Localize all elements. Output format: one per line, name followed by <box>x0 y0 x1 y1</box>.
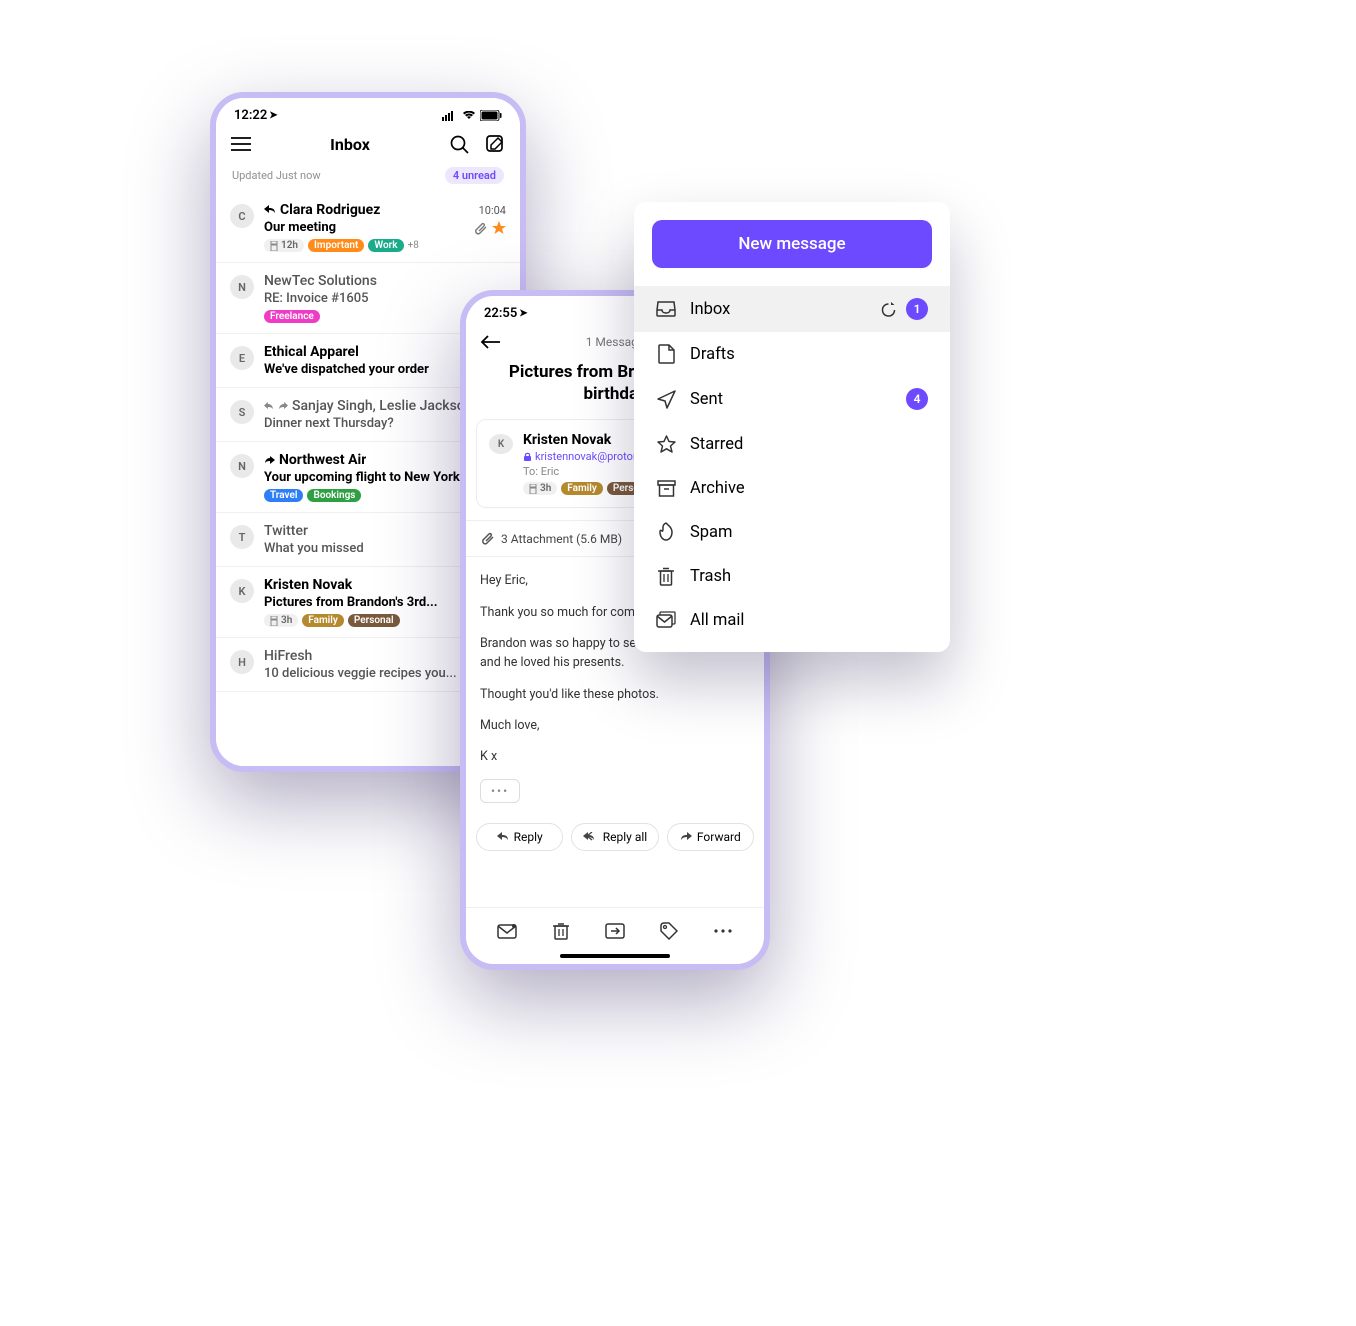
badge: 4 <box>906 388 928 410</box>
move-icon[interactable] <box>604 920 626 942</box>
avatar: E <box>230 346 254 370</box>
sidebar-item-label: Drafts <box>690 345 735 364</box>
sender-name: NewTec Solutions <box>264 273 377 289</box>
sender-name: Northwest Air <box>264 452 366 468</box>
location-icon: ➤ <box>519 308 527 319</box>
tag-travel: Travel <box>264 489 303 502</box>
avatar: S <box>230 400 254 424</box>
status-bar: 12:22 ➤ <box>216 98 520 127</box>
snooze-tag: 3h <box>264 614 298 627</box>
sidebar-item-label: Archive <box>690 479 745 498</box>
inbox-header: Inbox <box>216 127 520 167</box>
sidebar-item-label: Inbox <box>690 300 730 319</box>
home-indicator[interactable] <box>560 954 670 958</box>
bottom-toolbar <box>466 907 764 954</box>
new-message-button[interactable]: New message <box>652 220 932 268</box>
sidebar-item-starred[interactable]: Starred <box>634 422 950 466</box>
avatar: T <box>230 525 254 549</box>
sidebar-item-label: Starred <box>690 435 743 454</box>
tag-family: Family <box>561 482 603 495</box>
reply-icon <box>264 402 274 411</box>
tag-work: Work <box>368 239 403 252</box>
forward-button[interactable]: Forward <box>667 823 754 851</box>
show-more-icon[interactable]: ••• <box>480 779 520 804</box>
subject: Our meeting <box>264 220 336 235</box>
search-icon[interactable] <box>448 133 470 155</box>
tag-personal: Personal <box>348 614 400 627</box>
tag-important: Important <box>308 239 364 252</box>
sender-name: Sanjay Singh, Leslie Jackson <box>264 398 473 414</box>
sender-name: Twitter <box>264 523 308 539</box>
sidebar-item-label: Sent <box>690 390 723 409</box>
avatar: N <box>230 454 254 478</box>
sidebar-item-archive[interactable]: Archive <box>634 466 950 510</box>
status-time: 12:22 <box>234 108 267 123</box>
sidebar-item-sent[interactable]: Sent 4 <box>634 376 950 422</box>
sender-name: Kristen Novak <box>264 577 352 593</box>
back-icon[interactable] <box>480 331 502 353</box>
trash-icon <box>656 566 676 586</box>
star-icon <box>656 434 676 454</box>
sidebar-item-drafts[interactable]: Drafts <box>634 332 950 376</box>
avatar: C <box>230 204 254 228</box>
sidebar-item-label: Trash <box>690 567 731 586</box>
avatar: K <box>489 434 513 454</box>
sidebar-item-spam[interactable]: Spam <box>634 510 950 554</box>
reply-icon <box>264 205 276 215</box>
sent-icon <box>656 389 676 409</box>
reply-row: Reply Reply all Forward <box>466 817 764 861</box>
avatar: H <box>230 650 254 674</box>
badge: 1 <box>906 298 928 320</box>
sender-name: HiFresh <box>264 648 312 664</box>
unread-icon[interactable] <box>496 920 518 942</box>
status-icons <box>442 110 502 121</box>
avatar: N <box>230 275 254 299</box>
inbox-subheader: Updated Just now 4 unread <box>216 167 520 192</box>
forward-icon <box>278 402 288 411</box>
snooze-tag: 3h <box>523 482 557 495</box>
sidebar-item-allmail[interactable]: All mail <box>634 598 950 642</box>
archive-icon <box>656 478 676 498</box>
sidebar-panel: New message Inbox 1 Drafts Sent <box>634 202 950 652</box>
sidebar-item-label: Spam <box>690 523 733 542</box>
star-icon[interactable] <box>492 221 506 235</box>
sender-name: Ethical Apparel <box>264 344 359 360</box>
trash-icon[interactable] <box>550 920 572 942</box>
sidebar-item-label: All mail <box>690 611 744 630</box>
tag-bookings: Bookings <box>307 489 361 502</box>
attachment-icon <box>480 531 495 546</box>
drafts-icon <box>656 344 676 364</box>
inbox-icon <box>656 299 676 319</box>
spam-icon <box>656 522 676 542</box>
sidebar-item-trash[interactable]: Trash <box>634 554 950 598</box>
status-time: 22:55 <box>484 306 517 321</box>
snooze-tag: 12h <box>264 239 304 252</box>
more-icon[interactable] <box>712 920 734 942</box>
reply-all-button[interactable]: Reply all <box>571 823 658 851</box>
menu-icon[interactable] <box>230 133 252 155</box>
attachment-icon <box>474 221 488 235</box>
avatar: K <box>230 579 254 603</box>
unread-count[interactable]: 4 unread <box>445 167 504 184</box>
sidebar-item-inbox[interactable]: Inbox 1 <box>634 286 950 332</box>
lock-icon <box>523 452 532 462</box>
header-title: Inbox <box>252 135 448 154</box>
time: 10:04 <box>479 204 506 217</box>
tag-freelance: Freelance <box>264 310 320 323</box>
compose-icon[interactable] <box>484 133 506 155</box>
sender-name: Clara Rodriguez <box>264 202 380 218</box>
list-item[interactable]: C Clara Rodriguez 10:04 Our meeting <box>216 192 520 263</box>
label-icon[interactable] <box>658 920 680 942</box>
forward-icon <box>264 456 275 465</box>
location-icon: ➤ <box>269 110 277 121</box>
reply-button[interactable]: Reply <box>476 823 563 851</box>
refresh-icon[interactable] <box>881 301 896 318</box>
tag-family: Family <box>302 614 344 627</box>
updated-label: Updated Just now <box>232 169 321 182</box>
allmail-icon <box>656 610 676 630</box>
extra-tags: +8 <box>408 240 419 251</box>
